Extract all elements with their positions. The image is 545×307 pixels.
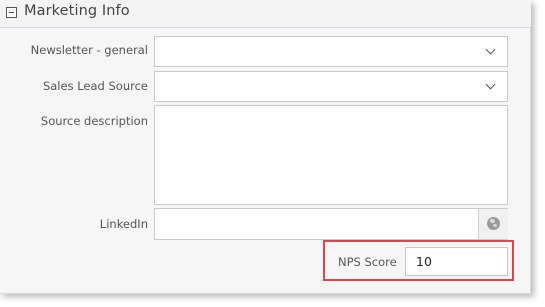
source-description-label: Source description bbox=[40, 114, 148, 128]
marketing-info-panel: Marketing Info Newsletter - general Sale… bbox=[0, 0, 531, 294]
nps-score-input[interactable]: 10 bbox=[405, 247, 508, 276]
nps-score-label: NPS Score bbox=[338, 255, 397, 269]
newsletter-select[interactable] bbox=[154, 36, 508, 67]
minus-square-icon[interactable] bbox=[6, 7, 17, 18]
newsletter-label: Newsletter - general bbox=[30, 43, 148, 57]
linkedin-open-button[interactable] bbox=[478, 209, 508, 239]
chevron-down-icon bbox=[485, 44, 496, 55]
linkedin-label: LinkedIn bbox=[99, 217, 148, 231]
globe-icon bbox=[487, 217, 500, 230]
nps-score-value: 10 bbox=[416, 254, 432, 269]
section-title: Marketing Info bbox=[24, 3, 130, 19]
chevron-down-icon bbox=[485, 79, 496, 90]
source-description-textarea[interactable] bbox=[154, 105, 508, 205]
linkedin-input[interactable] bbox=[154, 208, 508, 240]
header-divider bbox=[0, 27, 531, 28]
section-header[interactable]: Marketing Info bbox=[0, 0, 531, 27]
sales-lead-source-label: Sales Lead Source bbox=[42, 79, 148, 93]
sales-lead-source-select[interactable] bbox=[154, 71, 508, 102]
